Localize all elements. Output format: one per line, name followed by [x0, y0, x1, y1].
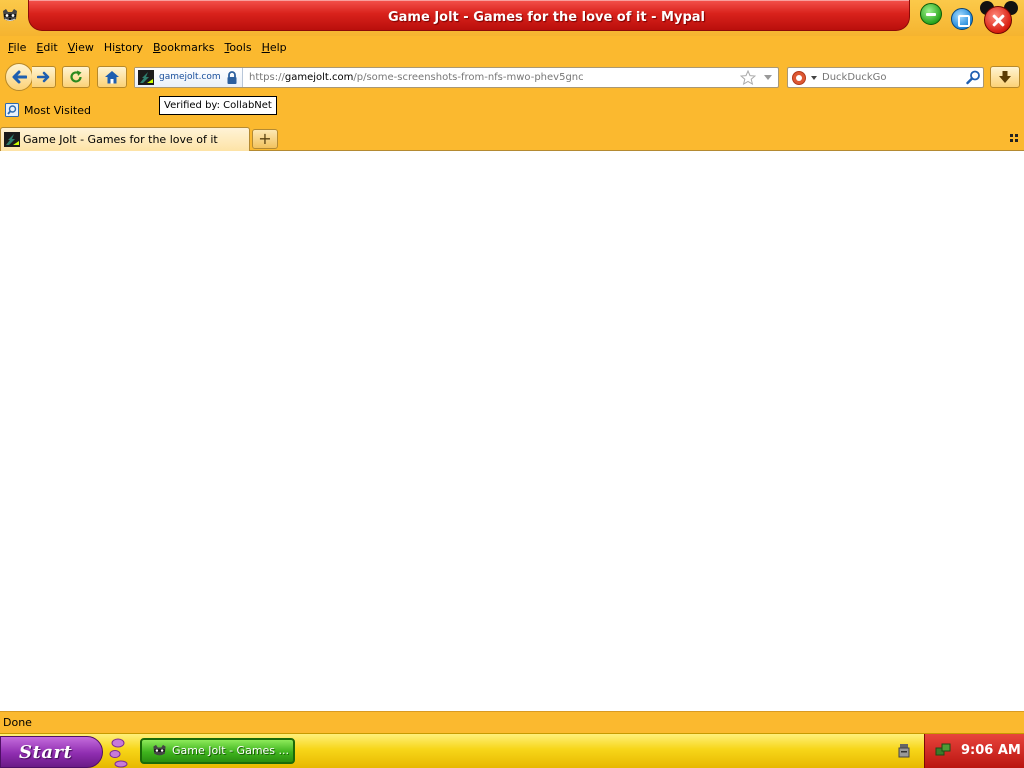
clock[interactable]: 9:06 AM — [961, 734, 1021, 768]
most-visited-bookmark[interactable]: Most Visited — [24, 100, 91, 122]
status-text: Done — [3, 716, 32, 729]
url-history-dropdown-icon[interactable] — [764, 75, 772, 80]
menu-history[interactable]: History — [99, 41, 148, 54]
menu-edit[interactable]: Edit — [31, 41, 62, 54]
search-input[interactable] — [822, 68, 962, 87]
home-button[interactable] — [97, 66, 127, 88]
taskbar-task-game-jolt[interactable]: Game Jolt - Games ... — [140, 738, 295, 764]
download-arrow-icon — [999, 71, 1011, 83]
new-tab-button[interactable]: + — [252, 129, 278, 149]
bookmark-star-icon[interactable] — [740, 70, 756, 85]
close-button[interactable] — [984, 6, 1012, 34]
navigation-toolbar: gamejolt.com https://gamejolt.com/p/some… — [0, 60, 1024, 94]
site-identity-button[interactable]: gamejolt.com — [135, 68, 243, 87]
url-bar[interactable]: gamejolt.com https://gamejolt.com/p/some… — [134, 67, 779, 88]
maximize-button[interactable] — [951, 8, 973, 30]
taskbar-task-label: Game Jolt - Games ... — [172, 744, 290, 757]
start-label: Start — [19, 742, 73, 763]
downloads-button[interactable] — [990, 66, 1020, 88]
raccoon-icon[interactable] — [2, 8, 18, 24]
network-tray-icon[interactable] — [935, 742, 951, 758]
menu-tools[interactable]: Tools — [219, 41, 256, 54]
reload-button[interactable] — [62, 66, 90, 88]
search-icon[interactable] — [966, 70, 981, 85]
url-path: /p/some-screenshots-from-nfs-mwo-phev5gn… — [353, 72, 584, 83]
start-button[interactable]: Start — [0, 736, 103, 768]
menu-bookmarks[interactable]: Bookmarks — [148, 41, 219, 54]
system-tray: 9:06 AM — [924, 734, 1024, 768]
identity-label: gamejolt.com — [159, 72, 221, 82]
gamejolt-favicon-icon — [138, 70, 154, 85]
status-bar: Done — [0, 711, 1024, 733]
url-domain: gamejolt.com — [284, 72, 354, 83]
url-input[interactable]: https://gamejolt.com/p/some-screenshots-… — [249, 68, 584, 87]
raccoon-icon — [153, 744, 166, 756]
reload-icon — [70, 70, 82, 83]
taskbar: Start Game Jolt - Games ... 9:06 AM — [0, 733, 1024, 768]
tab-game-jolt[interactable]: Game Jolt - Games for the love of it — [0, 127, 250, 151]
minimize-button[interactable] — [920, 3, 942, 25]
list-all-tabs-icon[interactable] — [1010, 134, 1019, 142]
search-bar[interactable] — [787, 67, 984, 88]
bookmarks-toolbar: Most Visited — [0, 100, 1024, 122]
menu-bar: File Edit View History Bookmarks Tools H… — [0, 36, 1024, 58]
window-title: Game Jolt - Games for the love of it - M… — [387, 10, 705, 25]
back-arrow-icon — [12, 70, 27, 84]
menu-file[interactable]: File — [3, 41, 31, 54]
search-engine-dropdown-icon[interactable] — [811, 76, 817, 80]
gamejolt-favicon-icon — [4, 132, 20, 147]
tab-bar: Game Jolt - Games for the love of it + — [0, 125, 1024, 151]
menu-view[interactable]: View — [63, 41, 99, 54]
browser-toolbox: File Edit View History Bookmarks Tools H… — [0, 36, 1024, 151]
identity-tooltip: Verified by: CollabNet — [159, 96, 277, 115]
start-decoration-icon — [109, 738, 128, 768]
forward-button[interactable] — [32, 66, 56, 88]
title-bar: Game Jolt - Games for the love of it - M… — [0, 0, 1024, 36]
most-visited-folder-icon — [5, 103, 19, 117]
page-content[interactable] — [0, 151, 1024, 711]
forward-arrow-icon — [36, 71, 49, 83]
back-button[interactable] — [5, 63, 33, 91]
safely-remove-hardware-icon[interactable] — [898, 743, 910, 758]
menu-help[interactable]: Help — [257, 41, 292, 54]
duckduckgo-icon[interactable] — [792, 71, 806, 85]
url-scheme: https:// — [249, 72, 285, 83]
home-icon — [105, 71, 119, 84]
tab-label: Game Jolt - Games for the love of it — [23, 133, 218, 146]
lock-icon — [227, 71, 237, 84]
